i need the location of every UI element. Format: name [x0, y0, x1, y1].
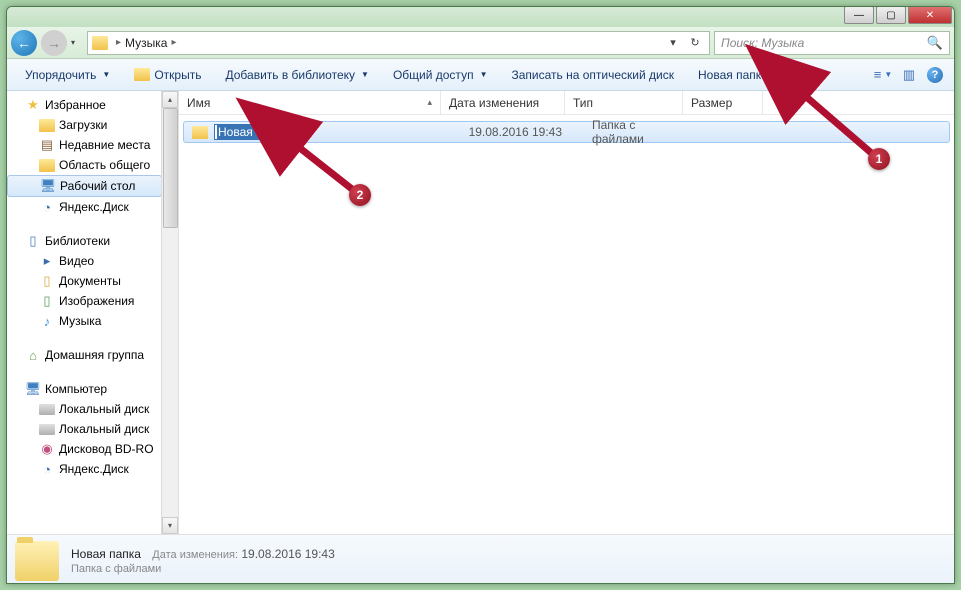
forward-button[interactable]: → [41, 30, 67, 56]
new-folder-button[interactable]: Новая папка [688, 64, 778, 86]
drive-icon [39, 401, 55, 417]
sidebar-bd-rom[interactable]: ◉Дисковод BD-RO [7, 439, 162, 459]
folder-icon [39, 117, 55, 133]
chevron-down-icon: ▼ [480, 70, 488, 79]
folder-icon [192, 126, 208, 139]
sidebar-computer[interactable]: 🖥Компьютер [7, 379, 162, 399]
sidebar-music[interactable]: ♪Музыка [7, 311, 162, 331]
details-type: Папка с файлами [71, 563, 335, 575]
back-button[interactable]: ← [11, 30, 37, 56]
search-placeholder: Поиск: Музыка [721, 36, 804, 50]
sidebar-homegroup[interactable]: ⌂Домашняя группа [7, 345, 162, 365]
video-icon: ▸ [39, 253, 55, 269]
drive-icon [39, 421, 55, 437]
details-modified-value: 19.08.2016 19:43 [241, 547, 334, 561]
sidebar-scrollbar[interactable]: ▴ ▾ [161, 91, 178, 534]
organize-button[interactable]: Упорядочить▼ [15, 64, 120, 86]
star-icon: ★ [25, 97, 41, 113]
picture-icon: ▯ [39, 293, 55, 309]
sidebar-downloads[interactable]: Загрузки [7, 115, 162, 135]
sidebar-recent[interactable]: ▤Недавние места [7, 135, 162, 155]
details-modified-label: Дата изменения: [152, 549, 238, 561]
homegroup-icon: ⌂ [25, 347, 41, 363]
file-list-view[interactable]: Имя Дата изменения Тип Размер Новая папк… [179, 91, 954, 534]
sidebar-yandex-disk[interactable]: ◔Яндекс.Диск [7, 197, 162, 217]
add-to-library-button[interactable]: Добавить в библиотеку▼ [215, 64, 378, 86]
close-button[interactable]: ✕ [908, 6, 952, 24]
refresh-icon[interactable]: ↻ [685, 33, 705, 53]
scroll-down-button[interactable]: ▾ [162, 517, 178, 534]
optical-drive-icon: ◉ [39, 441, 55, 457]
file-rename-input[interactable]: Новая папка [214, 124, 292, 140]
sidebar: ★Избранное Загрузки ▤Недавние места Обла… [7, 91, 179, 534]
history-dropdown-icon[interactable]: ▾ [71, 38, 83, 47]
toolbar: Упорядочить▼ Открыть Добавить в библиоте… [7, 59, 954, 91]
library-icon: ▯ [25, 233, 41, 249]
sidebar-libraries[interactable]: ▯Библиотеки [7, 231, 162, 251]
column-modified[interactable]: Дата изменения [441, 91, 565, 114]
file-row[interactable]: Новая папка 19.08.2016 19:43 Папка с фай… [183, 121, 950, 143]
view-button[interactable]: ≡▼ [872, 64, 894, 86]
sidebar-documents[interactable]: ▯Документы [7, 271, 162, 291]
chevron-down-icon: ▼ [102, 70, 110, 79]
sidebar-local-disk-1[interactable]: Локальный диск [7, 399, 162, 419]
column-name[interactable]: Имя [179, 91, 441, 114]
cloud-icon: ◔ [39, 199, 55, 215]
sidebar-desktop[interactable]: 🖥Рабочий стол [7, 175, 162, 197]
scroll-thumb[interactable] [163, 108, 178, 228]
file-modified-cell: 19.08.2016 19:43 [446, 125, 570, 139]
burn-button[interactable]: Записать на оптический диск [501, 64, 684, 86]
desktop-icon: 🖥 [40, 178, 56, 194]
search-input[interactable]: Поиск: Музыка 🔍 [714, 31, 950, 55]
recent-icon: ▤ [39, 137, 55, 153]
preview-pane-button[interactable]: ▥ [898, 64, 920, 86]
chevron-icon[interactable]: ▸ [171, 37, 176, 48]
sidebar-favorites[interactable]: ★Избранное [7, 95, 162, 115]
navbar: ← → ▾ ▸ Музыка ▸ ▾ ↻ Поиск: Музыка 🔍 [7, 27, 954, 59]
column-type[interactable]: Тип [565, 91, 683, 114]
sidebar-videos[interactable]: ▸Видео [7, 251, 162, 271]
chevron-down-icon: ▼ [884, 70, 892, 79]
music-icon: ♪ [39, 313, 55, 329]
maximize-button[interactable]: ▢ [876, 6, 906, 24]
share-button[interactable]: Общий доступ▼ [383, 64, 498, 86]
folder-icon [39, 157, 55, 173]
address-dropdown-icon[interactable]: ▾ [663, 33, 683, 53]
file-type-cell: Папка с файлами [570, 118, 688, 146]
sidebar-public[interactable]: Область общего [7, 155, 162, 175]
folder-icon [15, 541, 59, 581]
computer-icon: 🖥 [25, 381, 41, 397]
scroll-up-button[interactable]: ▴ [162, 91, 178, 108]
search-icon[interactable]: 🔍 [927, 35, 943, 51]
cloud-icon: ◔ [39, 461, 55, 477]
folder-icon [92, 36, 108, 50]
minimize-button[interactable]: — [844, 6, 874, 24]
folder-icon [134, 68, 150, 81]
column-size[interactable]: Размер [683, 91, 763, 114]
titlebar[interactable]: — ▢ ✕ [7, 7, 954, 27]
sidebar-local-disk-2[interactable]: Локальный диск [7, 419, 162, 439]
address-bar[interactable]: ▸ Музыка ▸ ▾ ↻ [87, 31, 710, 55]
sidebar-yandex-disk-2[interactable]: ◔Яндекс.Диск [7, 459, 162, 479]
open-button[interactable]: Открыть [124, 64, 211, 86]
help-icon: ? [927, 67, 943, 83]
chevron-down-icon: ▼ [361, 70, 369, 79]
column-headers: Имя Дата изменения Тип Размер [179, 91, 954, 115]
chevron-icon[interactable]: ▸ [116, 37, 121, 48]
help-button[interactable]: ? [924, 64, 946, 86]
sidebar-pictures[interactable]: ▯Изображения [7, 291, 162, 311]
details-name: Новая папка [71, 547, 141, 561]
details-pane: Новая папка Дата изменения: 19.08.2016 1… [7, 534, 954, 584]
breadcrumb-item[interactable]: Музыка [125, 36, 167, 50]
document-icon: ▯ [39, 273, 55, 289]
